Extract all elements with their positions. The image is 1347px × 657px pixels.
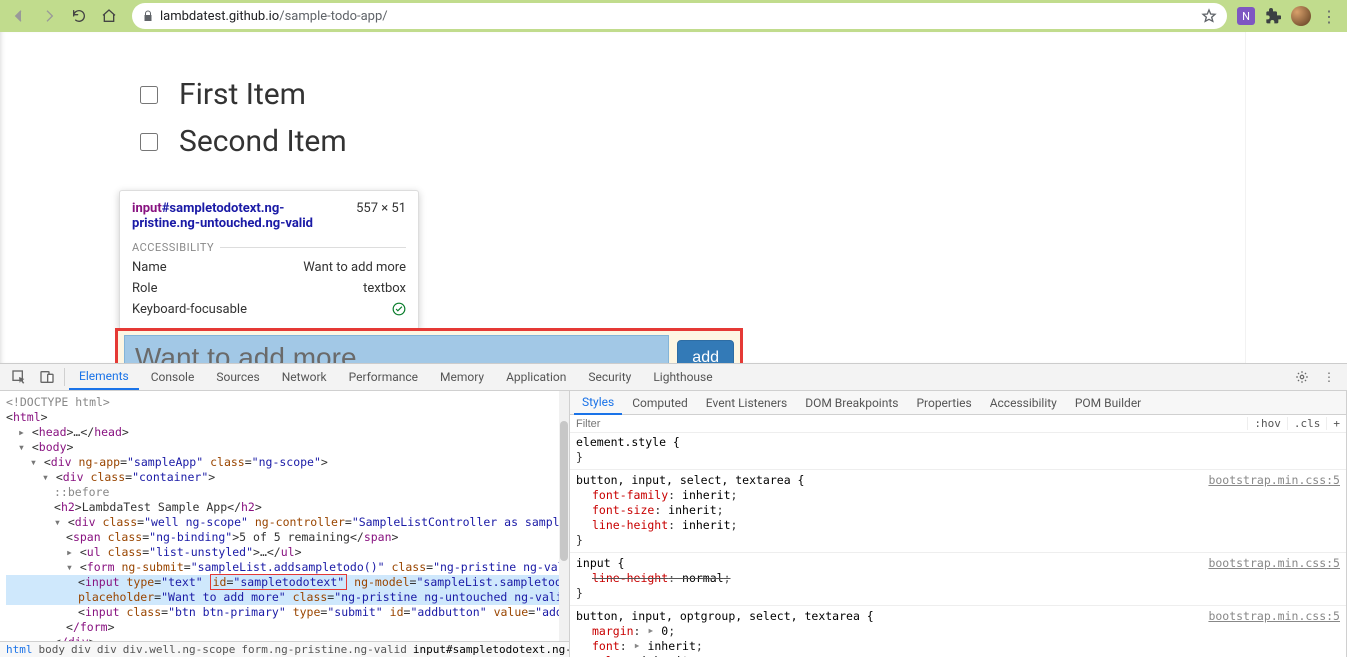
tree-line[interactable]: <h2>LambdaTest Sample App</h2> [6,500,569,515]
tooltip-a11y-heading: ACCESSIBILITY [132,241,406,254]
tooltip-row-key: Keyboard-focusable [132,302,247,317]
devtools: Elements Console Sources Network Perform… [0,363,1347,657]
more-icon[interactable]: ⋮ [1317,370,1341,384]
elements-tree-pane: <!DOCTYPE html> <html> ▸ <head>…</head> … [0,391,570,657]
url-text: lambdatest.github.io/sample-todo-app/ [160,9,388,24]
scrollbar[interactable] [559,391,569,641]
reload-button[interactable] [66,3,92,29]
extension-icon-1[interactable]: N [1237,7,1255,25]
tree-line[interactable]: </form> [6,620,569,635]
todo-item: Second Item [136,124,347,159]
inspect-tooltip: input#sampletodotext.ng-pristine.ng-unto… [119,190,419,330]
rule-selector[interactable]: element.style { [576,435,680,449]
breadcrumb[interactable]: html body div div div.well.ng-scope form… [0,641,569,657]
crumb-item[interactable]: div [97,643,117,656]
rule-source[interactable]: bootstrap.min.css:5 [1208,609,1340,624]
add-button[interactable]: add [677,340,734,363]
menu-icon[interactable]: ⋮ [1321,7,1337,26]
address-bar[interactable]: lambdatest.github.io/sample-todo-app/ [132,3,1227,29]
tree-line[interactable]: ▸ <ul class="list-unstyled">…</ul> [6,545,569,560]
browser-toolbar: lambdatest.github.io/sample-todo-app/ N … [0,0,1347,32]
styles-tab-styles[interactable]: Styles [574,391,622,415]
page-viewport: First Item Second Item input#sampletodot… [0,32,1347,363]
devtools-tab-performance[interactable]: Performance [339,365,428,389]
rule-source[interactable]: bootstrap.min.css:5 [1208,473,1340,488]
styles-pane: Styles Computed Event Listeners DOM Brea… [570,391,1347,657]
back-button[interactable] [6,3,32,29]
devtools-tab-elements[interactable]: Elements [69,364,139,390]
tree-line-selected[interactable]: <input type="text" id="sampletodotext" n… [6,575,569,590]
todo-label: First Item [179,77,306,112]
tree-line[interactable]: <!DOCTYPE html> [6,395,569,410]
tooltip-row-key: Name [132,260,167,275]
devtools-tab-lighthouse[interactable]: Lighthouse [643,365,722,389]
tree-line[interactable]: ▸ <head>…</head> [6,425,569,440]
styles-tab-dombreakpoints[interactable]: DOM Breakpoints [797,392,906,414]
hov-toggle[interactable]: :hov [1247,417,1287,430]
crumb-item[interactable]: form.ng-pristine.ng-valid [241,643,407,656]
rule-source[interactable]: bootstrap.min.css:5 [1208,556,1340,571]
crumb-item[interactable]: body [39,643,66,656]
styles-tab-pombuilder[interactable]: POM Builder [1067,392,1149,414]
tree-line[interactable]: ▾ <body> [6,440,569,455]
device-toolbar-icon[interactable] [34,366,60,388]
devtools-tab-console[interactable]: Console [141,365,205,389]
new-rule-button[interactable]: + [1326,417,1346,430]
styles-tab-eventlisteners[interactable]: Event Listeners [698,392,795,414]
todo-item: First Item [136,77,347,112]
tree-line[interactable]: ▾ <form ng-submit="sampleList.addsamplet… [6,560,569,575]
tree-line-selected[interactable]: placeholder="Want to add more" class="ng… [6,590,569,605]
crumb-item[interactable]: div [71,643,91,656]
tree-line[interactable]: ▾ <div class="container"> [6,470,569,485]
styles-tab-computed[interactable]: Computed [624,392,696,414]
devtools-tab-security[interactable]: Security [578,365,641,389]
tooltip-row-key: Role [132,281,157,296]
extensions-icon[interactable] [1265,8,1281,24]
devtools-tabs: Elements Console Sources Network Perform… [0,364,1347,391]
todo-label: Second Item [179,124,347,159]
cls-toggle[interactable]: .cls [1287,417,1327,430]
todo-list: First Item Second Item [136,77,347,171]
profile-avatar[interactable] [1291,6,1311,26]
crumb-item[interactable]: input#sampletodotext.ng-pristine.ng-unto… [413,643,569,656]
new-todo-input[interactable] [124,335,669,363]
settings-icon[interactable] [1289,370,1315,384]
tree-line[interactable]: ▾ <div class="well ng-scope" ng-controll… [6,515,569,530]
lock-icon [142,10,154,22]
tree-line[interactable]: <input class="btn btn-primary" type="sub… [6,605,569,620]
devtools-tab-network[interactable]: Network [272,365,337,389]
forward-button[interactable] [36,3,62,29]
tree-line[interactable]: <span class="ng-binding">5 of 5 remainin… [6,530,569,545]
elements-tree[interactable]: <!DOCTYPE html> <html> ▸ <head>…</head> … [0,391,569,657]
styles-filter-input[interactable] [570,416,1247,432]
rule-selector[interactable]: button, input, optgroup, select, textare… [576,609,874,623]
crumb-item[interactable]: html [6,643,33,656]
home-button[interactable] [96,3,122,29]
devtools-tab-memory[interactable]: Memory [430,365,494,389]
devtools-tab-application[interactable]: Application [496,365,576,389]
tooltip-row-value: Want to add more [303,260,406,275]
highlighted-region: add [115,328,743,363]
tree-line[interactable]: ::before [6,485,569,500]
crumb-item[interactable]: div.well.ng-scope [123,643,236,656]
devtools-tab-sources[interactable]: Sources [206,365,269,389]
styles-tab-accessibility[interactable]: Accessibility [982,392,1065,414]
tree-line[interactable]: ▾ <div ng-app="sampleApp" class="ng-scop… [6,455,569,470]
todo-checkbox[interactable] [140,133,158,151]
tooltip-row-value: textbox [363,281,406,296]
tooltip-dimensions: 557 × 51 [356,201,406,216]
style-rules[interactable]: element.style {} bootstrap.min.css:5 but… [570,433,1346,657]
styles-tabs: Styles Computed Event Listeners DOM Brea… [570,391,1346,415]
tooltip-tag: input [132,201,162,216]
styles-tab-properties[interactable]: Properties [908,392,979,414]
inspect-element-icon[interactable] [6,366,32,388]
tree-line[interactable]: <html> [6,410,569,425]
star-icon[interactable] [1201,8,1217,24]
check-icon [392,302,406,317]
rule-selector[interactable]: button, input, select, textarea { [576,473,804,487]
rule-selector[interactable]: input { [576,556,624,570]
todo-checkbox[interactable] [140,86,158,104]
